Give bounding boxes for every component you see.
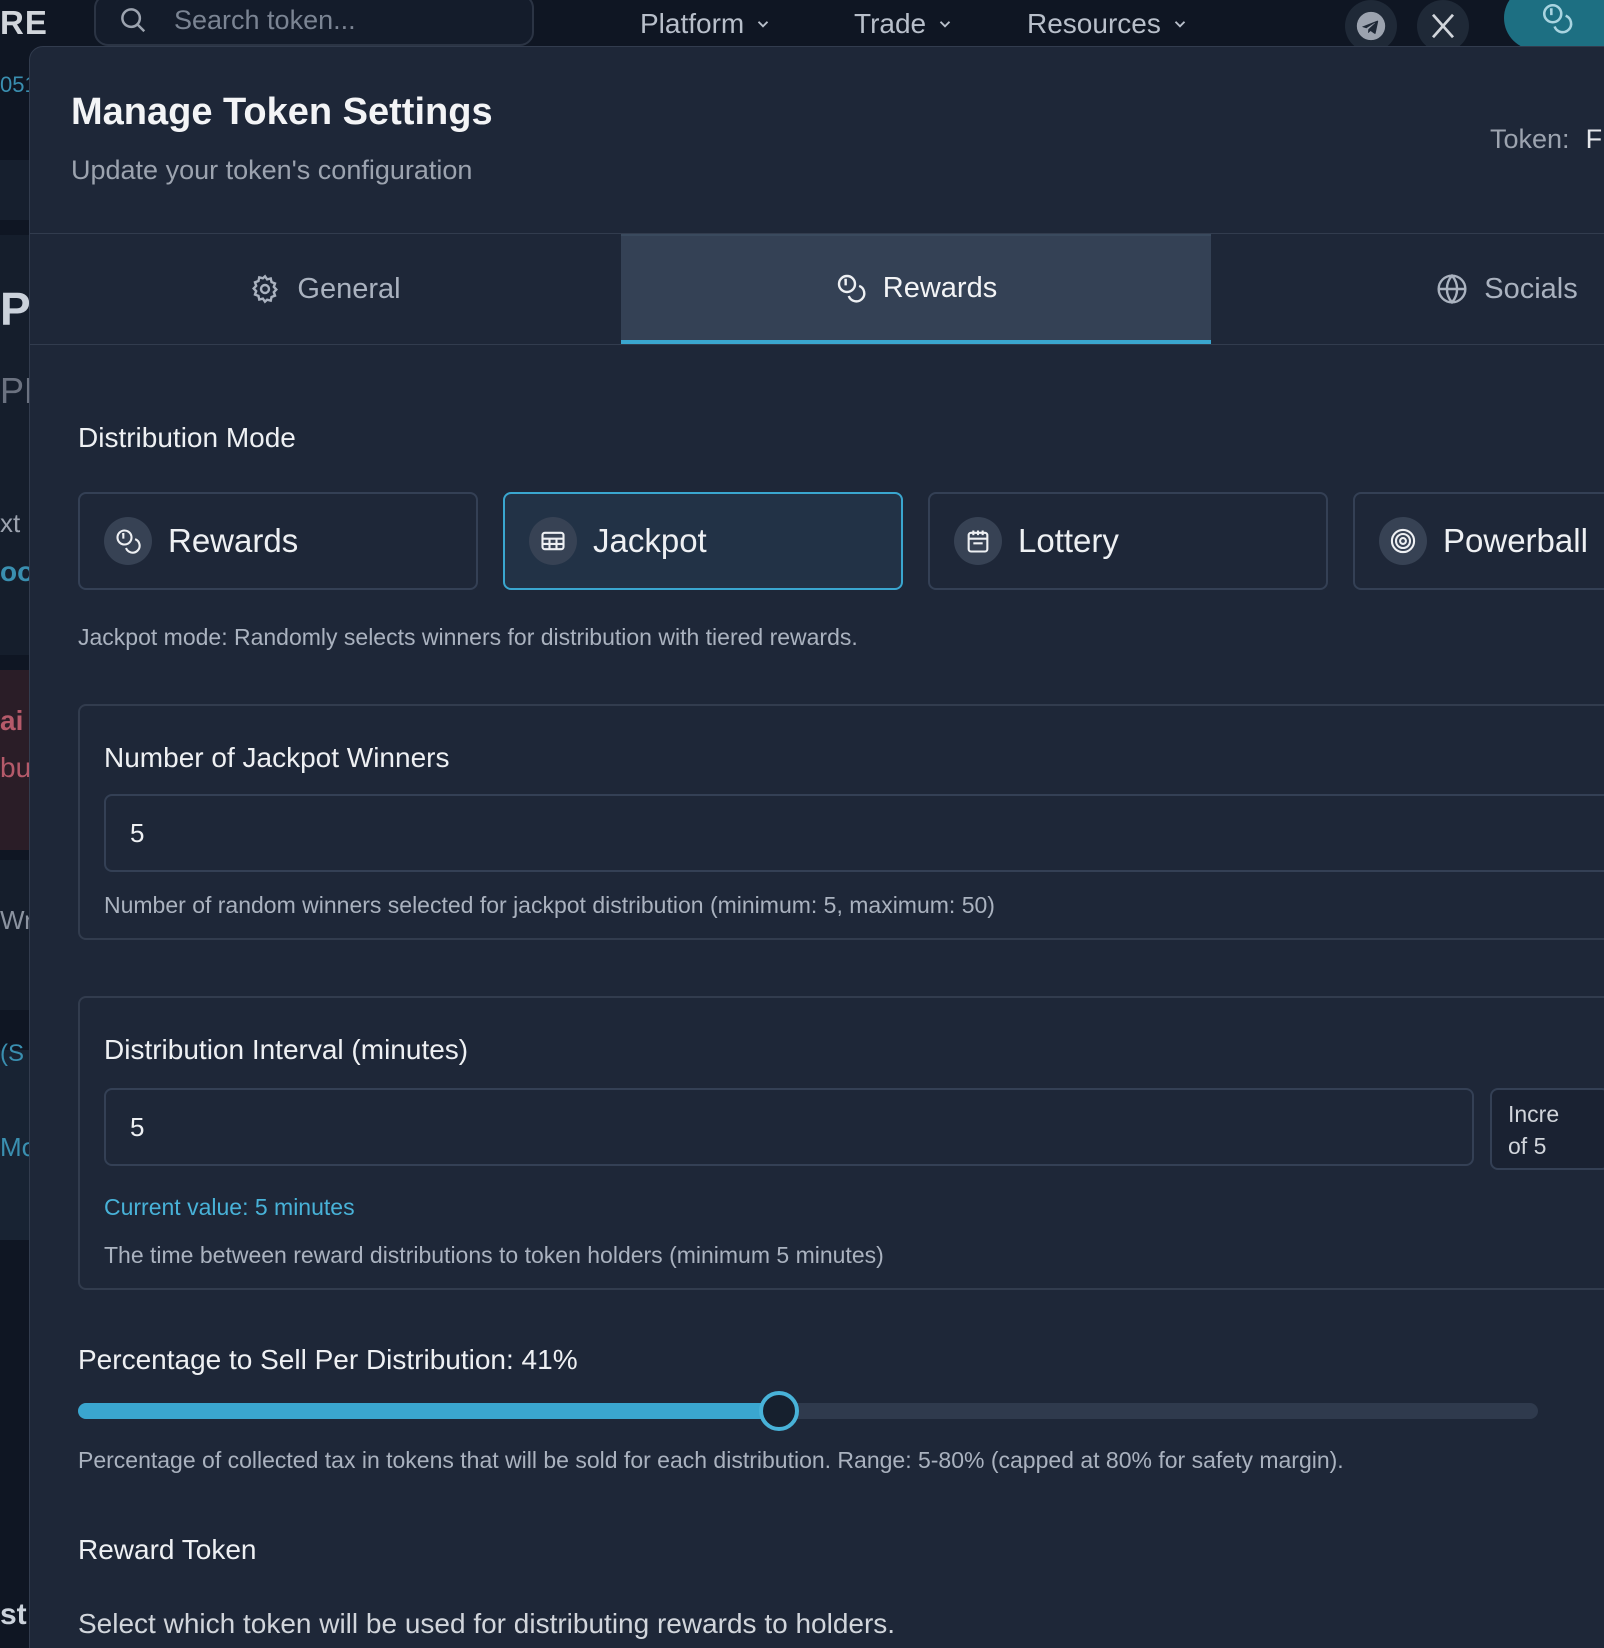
coins-icon — [837, 274, 866, 303]
jackpot-winners-input[interactable] — [104, 794, 1604, 872]
bg-band — [0, 160, 30, 220]
bg-fragment: st — [0, 1598, 27, 1631]
nav-menu-trade[interactable]: Trade — [854, 8, 954, 40]
tab-label: General — [297, 272, 401, 305]
search-input[interactable] — [174, 4, 514, 36]
search-icon — [121, 8, 146, 33]
ticket-icon — [967, 530, 989, 553]
distribution-interval-title: Distribution Interval (minutes) — [104, 1034, 469, 1065]
sell-percentage-hint: Percentage of collected tax in tokens th… — [78, 1447, 1344, 1473]
telegram-icon — [1356, 11, 1386, 41]
mode-option-powerball[interactable]: Powerball — [1353, 492, 1604, 590]
nav-menu-label: Platform — [640, 8, 745, 39]
target-icon — [1390, 528, 1416, 554]
token-indicator: Token: F — [1490, 124, 1602, 155]
reward-token-description: Select which token will be used for dist… — [78, 1608, 896, 1639]
chevron-down-icon — [939, 21, 951, 28]
x-icon — [1431, 13, 1455, 39]
jackpot-winners-card: Number of Jackpot Winners Number of rand… — [78, 704, 1604, 940]
distribution-interval-hint: The time between reward distributions to… — [104, 1242, 884, 1268]
tab-label: Socials — [1484, 272, 1578, 305]
mode-description: Jackpot mode: Randomly selects winners f… — [78, 624, 858, 650]
tab-general[interactable]: General — [30, 234, 620, 344]
x-button[interactable] — [1417, 0, 1469, 52]
jackpot-winners-hint: Number of random winners selected for ja… — [104, 892, 995, 918]
mode-label: Jackpot — [593, 522, 707, 559]
tab-socials[interactable]: Socials — [1212, 234, 1604, 344]
increment-note: Incre of 5 — [1490, 1088, 1604, 1170]
page: RE Platform Trade Resources — [0, 0, 1604, 1648]
coins-icon — [1542, 3, 1573, 34]
settings-tabs: General Rewards Socials — [30, 233, 1604, 345]
token-value: F — [1585, 124, 1603, 154]
mode-option-jackpot[interactable]: Jackpot — [503, 492, 903, 590]
token-label: Token: — [1490, 124, 1570, 154]
modal-subtitle: Update your token's configuration — [71, 155, 473, 185]
nav-menu-label: Trade — [854, 8, 927, 39]
nav-search[interactable] — [94, 0, 534, 46]
mode-label: Rewards — [168, 522, 299, 559]
bg-fragment: xt — [0, 508, 21, 538]
globe-icon — [1437, 273, 1467, 305]
bg-fragment: P — [0, 283, 31, 335]
mode-option-rewards[interactable]: Rewards — [78, 492, 478, 590]
distribution-interval-card: Distribution Interval (minutes) Incre of… — [78, 996, 1604, 1290]
tab-label: Rewards — [882, 271, 998, 304]
slider-fill — [78, 1403, 779, 1419]
tab-rewards[interactable]: Rewards — [621, 234, 1211, 344]
current-interval-value: Current value: 5 minutes — [104, 1194, 355, 1220]
distribution-mode-label: Distribution Mode — [78, 422, 296, 453]
mode-icon-wrap — [1379, 517, 1427, 565]
sell-percentage-slider[interactable] — [78, 1391, 1538, 1431]
increment-line: of 5 — [1508, 1133, 1547, 1159]
mode-label: Lottery — [1018, 522, 1119, 559]
token-settings-modal: Manage Token Settings Update your token'… — [29, 46, 1604, 1648]
telegram-button[interactable] — [1345, 0, 1397, 52]
mode-icon-wrap — [954, 517, 1002, 565]
mode-option-lottery[interactable]: Lottery — [928, 492, 1328, 590]
reward-token-title: Reward Token — [78, 1534, 257, 1565]
nav-menu-resources[interactable]: Resources — [1027, 8, 1189, 40]
jackpot-winners-title: Number of Jackpot Winners — [104, 742, 450, 773]
bg-fragment: (S — [0, 1040, 24, 1067]
increment-line: Incre — [1508, 1101, 1560, 1127]
slider-thumb[interactable] — [759, 1391, 799, 1431]
modal-title: Manage Token Settings — [71, 91, 493, 133]
distribution-interval-input[interactable] — [104, 1088, 1474, 1166]
bg-fragment: ai — [0, 705, 24, 736]
grid-icon — [541, 531, 565, 551]
chevron-down-icon — [758, 21, 769, 28]
brand-logo[interactable]: RE — [0, 4, 48, 42]
mode-label: Powerball — [1443, 522, 1588, 559]
mode-icon-wrap — [104, 517, 152, 565]
gear-icon — [252, 274, 279, 304]
nav-menu-label: Resources — [1027, 8, 1161, 39]
bg-fragment: bu — [0, 752, 32, 783]
nav-menu-platform[interactable]: Platform — [640, 8, 772, 40]
wallet-button[interactable] — [1504, 0, 1604, 50]
coins-icon — [116, 529, 141, 554]
mode-icon-wrap — [529, 517, 577, 565]
sell-percentage-label: Percentage to Sell Per Distribution: 41% — [78, 1344, 578, 1375]
bg-fragment: Wr — [0, 905, 33, 935]
chevron-down-icon — [1174, 21, 1186, 28]
top-nav: RE Platform Trade Resources — [0, 0, 1604, 52]
